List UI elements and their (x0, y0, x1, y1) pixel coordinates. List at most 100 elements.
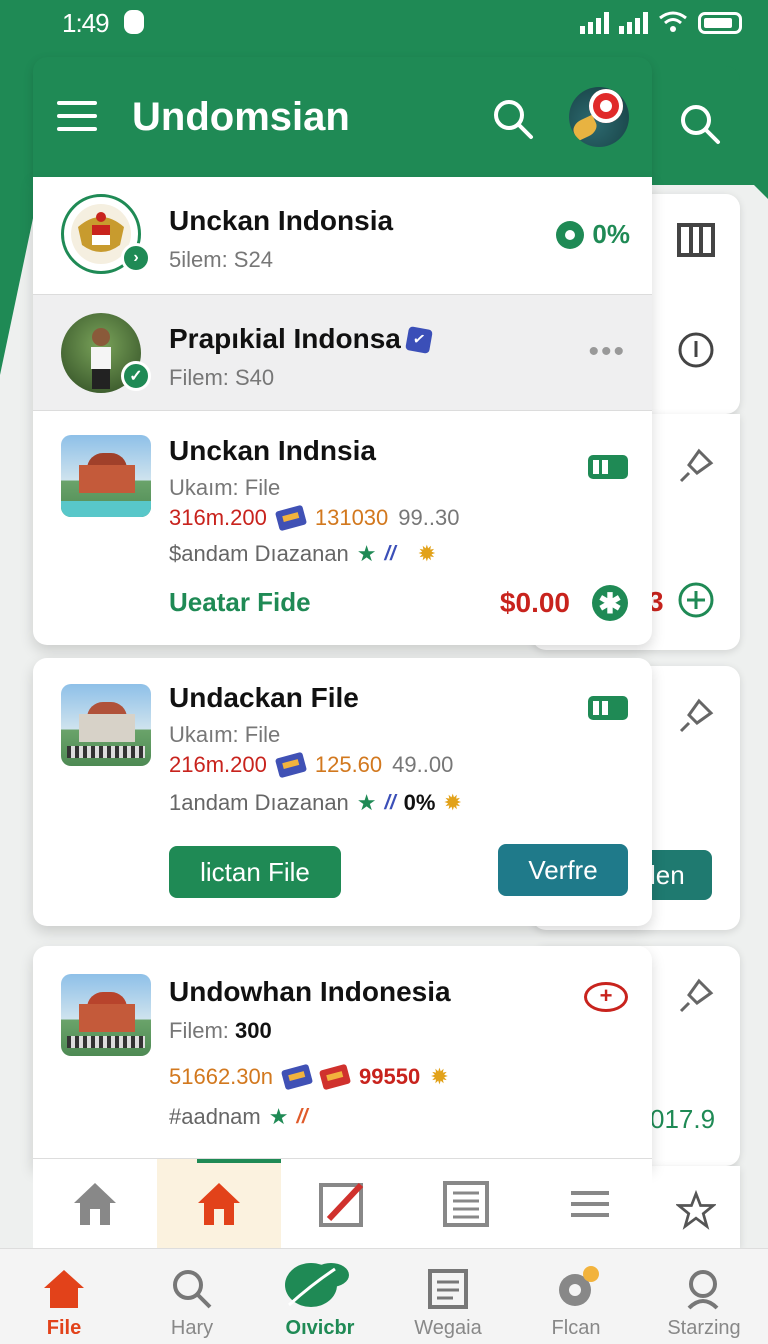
card-count: 131030 (314, 505, 389, 530)
card-subtitle-label: Filem: (169, 1018, 229, 1043)
list-item[interactable]: ✓ Prapıkial Indonsa ✓ Filem: S40 ••• (33, 295, 652, 411)
wifi-icon (659, 11, 687, 32)
card-amount: 316m.200 (169, 505, 267, 530)
pin-icon[interactable] (676, 446, 716, 486)
card-rate: 49..00 (392, 752, 454, 777)
card-tags: 1andam Dıazanan ★ // 0% ✹ (169, 790, 462, 816)
update-file-link[interactable]: Ueatar Fide (169, 587, 311, 618)
tab-menu[interactable] (528, 1159, 652, 1248)
tab-home-grey[interactable] (33, 1159, 157, 1248)
cellular-signal-2-icon (619, 12, 648, 34)
nav-flcan[interactable]: Flcan (512, 1249, 640, 1344)
asterisk-action-button[interactable]: ✱ (592, 585, 628, 621)
card-price: $0.00 (499, 587, 570, 618)
home-icon (73, 1182, 116, 1225)
card-count: 125.60 (314, 752, 383, 777)
star-icon: ★ (356, 541, 377, 566)
card-title: Unckan Indnsia (169, 435, 376, 466)
tab-home-active[interactable] (156, 1159, 281, 1248)
file-card[interactable]: Undackan File Ukaım: File 216m.200 125.6… (33, 658, 652, 926)
sun-icon: ✹ (443, 790, 462, 815)
info-icon[interactable] (676, 330, 716, 370)
nav-label: Flcan (551, 1317, 601, 1339)
backdrop-diagonal-right (754, 185, 768, 199)
row-subtitle: 5ilem: S24 (169, 247, 273, 272)
card-title: Undackan File (169, 682, 359, 713)
row-title-text: Prapıkial Indonsa (169, 323, 401, 354)
leaf-icon (285, 1263, 349, 1307)
star-icon: ★ (356, 790, 377, 815)
flag-icon: // (384, 791, 396, 814)
verify-button[interactable]: Verfre (498, 844, 628, 896)
map-pin-avatar[interactable] (569, 87, 629, 147)
status-time: 1:49 (62, 8, 110, 38)
nav-starzing[interactable]: Starzing (640, 1249, 768, 1344)
ticket-red-icon (318, 1063, 352, 1091)
location-pin-icon (589, 89, 623, 123)
file-card[interactable]: Undowhan Indonesia Filem: 300 51662.30n … (33, 946, 652, 1166)
pavilion-thumbnail (61, 974, 151, 1056)
card-tags: #aadnam ★ // (169, 1104, 308, 1130)
add-circle-icon[interactable] (676, 580, 716, 620)
building-thumbnail (61, 435, 151, 517)
ticket-icon (274, 504, 307, 532)
file-action-button[interactable]: lictan File (169, 846, 341, 898)
row-title: Unckan Indonsia (169, 205, 394, 236)
card-subtitle: Ukaım: File (169, 722, 281, 747)
nav-label: Starzing (667, 1317, 741, 1339)
check-badge: ✓ (121, 361, 151, 391)
tab-edit[interactable] (281, 1159, 405, 1248)
app-title: Undomsian (132, 95, 350, 139)
sun-icon: ✹ (430, 1064, 449, 1089)
progress-value: 0% (592, 219, 630, 249)
chevron-right-badge: › (121, 243, 151, 273)
battery-badge-icon (588, 455, 628, 479)
add-icon[interactable]: + (584, 982, 628, 1012)
pin-icon-2[interactable] (676, 696, 716, 736)
card-title: Undowhan Indonesia (169, 976, 451, 1007)
card-amount: 51662.30n (169, 1064, 273, 1089)
home-active-icon (197, 1182, 240, 1225)
status-bar: 1:49 (0, 0, 768, 48)
nav-wegaia[interactable]: Wegaia (384, 1249, 512, 1344)
tab-list[interactable] (404, 1159, 528, 1248)
search-icon[interactable] (491, 97, 535, 141)
ticket-icon (274, 751, 307, 779)
star-icon[interactable] (676, 1189, 716, 1230)
inner-tab-bar (33, 1158, 652, 1248)
battery-badge-icon (588, 696, 628, 720)
more-options-icon[interactable]: ••• (588, 335, 626, 369)
menu-lines-icon (571, 1190, 610, 1217)
menu-icon[interactable] (57, 101, 97, 133)
file-card[interactable]: Unckan Indnsia Ukaım: File 316m.200 1310… (33, 411, 652, 645)
card-amount: 216m.200 (169, 752, 267, 777)
nav-file[interactable]: File (0, 1249, 128, 1344)
home-icon (44, 1270, 84, 1308)
nav-label: Hary (170, 1317, 214, 1339)
bottom-navigation: File Hary Oıvicbr Wegaia Flcan Starzing (0, 1248, 768, 1344)
progress-dot-icon (556, 220, 585, 249)
list-item[interactable]: › Unckan Indonsia 5ilem: S24 0% (33, 177, 652, 295)
nav-label: Wegaia (414, 1317, 482, 1339)
card-tag-text: $andam Dıazanan (169, 541, 349, 566)
nav-hary[interactable]: Hary (128, 1249, 256, 1344)
back-partial-value: 017.9 (650, 1104, 716, 1134)
status-icons (580, 10, 742, 34)
card-numbers: 216m.200 125.60 49..00 (169, 751, 454, 779)
card-numbers: 316m.200 131030 99..30 (169, 504, 460, 532)
flag-icon: // (384, 542, 396, 565)
gear-icon (559, 1266, 599, 1306)
edit-box-icon (319, 1182, 364, 1227)
app-header: Undomsian (33, 57, 652, 177)
card-subtitle: Filem: 300 (169, 1018, 272, 1044)
card-rate: 99..30 (398, 505, 460, 530)
grid-view-icon[interactable] (676, 220, 716, 260)
sun-icon: ✹ (417, 541, 437, 566)
back-search-icon[interactable] (678, 102, 722, 146)
nav-oivicbr[interactable]: Oıvicbr (256, 1249, 384, 1344)
pin-icon-3[interactable] (676, 976, 716, 1016)
card-numbers: 51662.30n 99550 ✹ (169, 1063, 449, 1091)
battery-icon (698, 12, 742, 34)
nav-label: Oıvicbr (285, 1317, 355, 1339)
card-count: 99550 (359, 1064, 421, 1089)
